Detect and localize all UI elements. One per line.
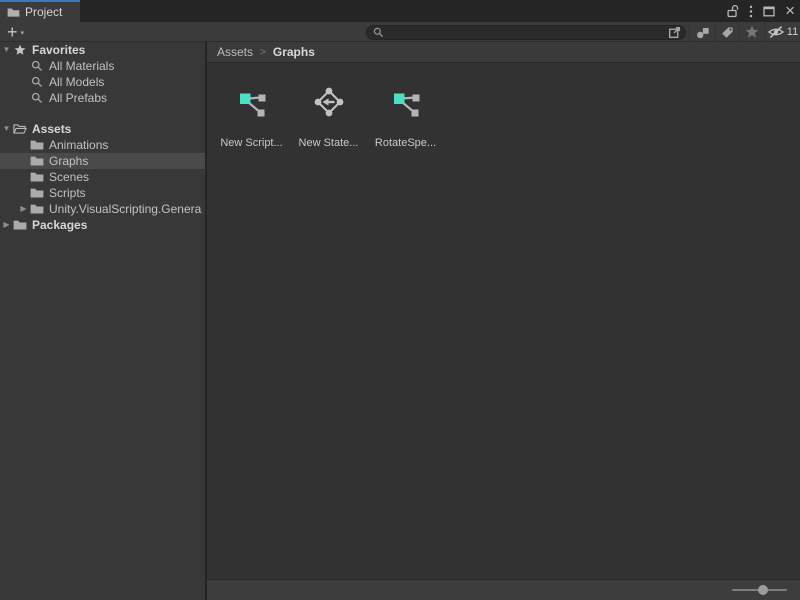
sidebar-item-animations[interactable]: Animations: [0, 137, 205, 153]
asset-panel: Assets > Graphs New Script... New State.…: [207, 42, 800, 600]
sidebar-item-scripts[interactable]: Scripts: [0, 185, 205, 201]
star-icon: [13, 43, 27, 57]
chevron-down-icon: ▾: [21, 29, 25, 37]
asset-label: RotateSpe...: [375, 137, 436, 149]
project-toolbar: + ▾ 11: [0, 22, 800, 42]
search-input[interactable]: [384, 27, 667, 39]
asset-label: New State...: [299, 137, 359, 149]
folder-icon: [30, 170, 44, 184]
folder-icon: [30, 186, 44, 200]
breadcrumb-graphs[interactable]: Graphs: [273, 45, 315, 59]
foldout-expanded-icon[interactable]: ▼: [0, 121, 13, 137]
open-search-window-icon[interactable]: [667, 25, 682, 40]
window-tab-bar: Project ×: [0, 0, 800, 22]
sidebar-item-unity-visualscripting[interactable]: ▶ Unity.VisualScripting.Genera: [0, 201, 205, 217]
status-bar: [207, 579, 800, 600]
folder-open-icon: [13, 122, 27, 136]
search-icon: [373, 27, 384, 38]
sidebar-item-all-models[interactable]: All Models: [0, 74, 205, 90]
plus-icon: +: [7, 24, 18, 40]
breadcrumb: Assets > Graphs: [207, 42, 800, 63]
tab-project[interactable]: Project: [0, 0, 80, 22]
search-field[interactable]: [366, 25, 686, 40]
maximize-icon[interactable]: [763, 6, 775, 17]
sidebar-item-packages[interactable]: ▶ Packages: [0, 217, 205, 233]
search-icon: [30, 59, 44, 73]
sidebar-item-assets[interactable]: ▼ Assets: [0, 121, 205, 137]
window-controls: ×: [727, 0, 795, 22]
star-icon: [745, 25, 759, 39]
asset-item-new-state[interactable]: New State...: [290, 86, 367, 149]
search-by-label-button[interactable]: [714, 22, 739, 42]
foldout-expanded-icon[interactable]: ▼: [0, 42, 13, 58]
icon-size-slider[interactable]: [732, 589, 787, 591]
folder-icon: [30, 202, 44, 216]
asset-label: New Script...: [220, 137, 282, 149]
search-filter-buttons: 11: [689, 22, 800, 42]
unlock-icon[interactable]: [727, 4, 739, 18]
hidden-count-button[interactable]: 11: [764, 22, 800, 42]
close-icon[interactable]: ×: [785, 2, 795, 19]
sidebar-item-graphs[interactable]: Graphs: [0, 153, 205, 169]
folder-icon: [13, 218, 27, 232]
tree-section-gap: [0, 106, 205, 121]
asset-grid: New Script... New State... RotateSpe...: [207, 63, 800, 149]
folder-icon: [30, 154, 44, 168]
folder-icon: [30, 138, 44, 152]
search-icon: [30, 75, 44, 89]
sidebar-item-all-materials[interactable]: All Materials: [0, 58, 205, 74]
script-graph-icon: [390, 86, 422, 118]
foldout-collapsed-icon[interactable]: ▶: [17, 201, 30, 217]
state-graph-icon: [313, 86, 345, 118]
project-tree-sidebar: ▼ Favorites All Materials All Models All…: [0, 42, 207, 600]
create-asset-button[interactable]: + ▾: [0, 22, 29, 42]
breadcrumb-assets[interactable]: Assets: [217, 45, 253, 59]
sidebar-item-all-prefabs[interactable]: All Prefabs: [0, 90, 205, 106]
tag-icon: [720, 25, 735, 40]
slider-thumb[interactable]: [758, 585, 768, 595]
saved-searches-button[interactable]: [739, 22, 764, 42]
foldout-collapsed-icon[interactable]: ▶: [0, 217, 13, 233]
hidden-count-label: 11: [787, 26, 798, 38]
asset-item-rotatespeed[interactable]: RotateSpe...: [367, 86, 444, 149]
folder-icon: [7, 7, 20, 18]
project-content: ▼ Favorites All Materials All Models All…: [0, 42, 800, 600]
window-menu-icon[interactable]: [749, 5, 753, 18]
eye-slash-icon: [767, 25, 785, 39]
tab-project-label: Project: [25, 5, 62, 19]
script-graph-icon: [236, 86, 268, 118]
sidebar-item-scenes[interactable]: Scenes: [0, 169, 205, 185]
search-by-type-button[interactable]: [689, 22, 714, 42]
search-icon: [30, 91, 44, 105]
sidebar-item-favorites[interactable]: ▼ Favorites: [0, 42, 205, 58]
search-by-type-icon: [695, 25, 710, 40]
breadcrumb-separator-icon: >: [260, 47, 266, 58]
asset-item-new-script[interactable]: New Script...: [213, 86, 290, 149]
